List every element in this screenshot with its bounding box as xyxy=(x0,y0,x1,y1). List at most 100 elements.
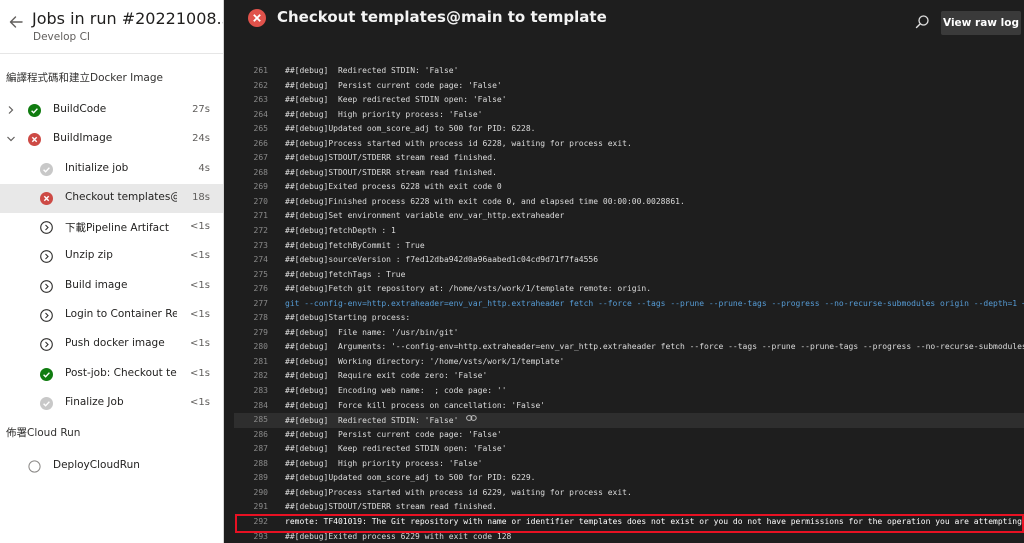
step-row-initialize-job[interactable]: Initialize job 4s xyxy=(0,155,223,184)
step-duration: <1s xyxy=(190,221,210,233)
skipped-icon xyxy=(40,221,53,235)
log-text: ##[debug]fetchDepth : 1 xyxy=(285,226,396,236)
log-text: ##[debug]STDOUT/STDERR stream read finis… xyxy=(285,502,497,512)
line-number: 283 xyxy=(253,386,268,396)
step-label: Post-job: Checkout te... xyxy=(65,366,177,379)
step-row-post-checkout[interactable]: Post-job: Checkout te... <1s xyxy=(0,360,223,389)
skipped-icon xyxy=(40,250,53,264)
step-duration: 18s xyxy=(192,191,210,203)
back-button[interactable] xyxy=(8,14,24,30)
line-number: 281 xyxy=(253,356,268,366)
step-label: Initialize job xyxy=(65,161,129,174)
line-number: 267 xyxy=(253,153,268,163)
log-text: ##[debug] Persist current code page: 'Fa… xyxy=(285,429,502,439)
step-label: Checkout templates@... xyxy=(65,190,177,203)
step-row-checkout-templates[interactable]: Checkout templates@... 18s xyxy=(0,183,223,214)
line-number: 280 xyxy=(253,342,268,352)
step-duration: <1s xyxy=(190,309,210,321)
log-text: ##[debug]Exited process 6228 with exit c… xyxy=(285,182,502,192)
step-duration: <1s xyxy=(190,396,210,408)
log-line: 262 ##[debug] Persist current code page: … xyxy=(234,79,1024,94)
line-number: 270 xyxy=(253,196,268,206)
log-line: 266 ##[debug]Process started with process… xyxy=(234,137,1024,152)
log-line: 289 ##[debug]Updated oom_score_adj to 500… xyxy=(234,471,1024,486)
step-label: Unzip zip xyxy=(65,249,113,262)
job-label: BuildImage xyxy=(53,132,113,145)
search-icon xyxy=(915,15,929,29)
stage-label-build: 編譯程式碼和建立Docker Image xyxy=(6,72,163,84)
log-text: ##[debug]Process started with process id… xyxy=(285,487,632,497)
log-text: git --config-env=http.extraheader=env_va… xyxy=(285,298,1024,308)
log-line: 277 git --config-env=http.extraheader=env… xyxy=(234,297,1024,312)
step-row-finalize-job[interactable]: Finalize Job <1s xyxy=(0,389,223,418)
copy-link-icon[interactable] xyxy=(466,413,478,428)
step-row-push-image[interactable]: Push docker image <1s xyxy=(0,330,223,359)
log-text: ##[debug]Updated oom_score_adj to 500 fo… xyxy=(285,124,536,134)
skipped-icon xyxy=(40,309,53,322)
line-number: 286 xyxy=(253,429,268,439)
job-row-deploycloudrun[interactable]: DeployCloudRun xyxy=(0,452,223,481)
failed-icon xyxy=(28,133,41,147)
line-number: 293 xyxy=(253,531,268,541)
log-output: 261 ##[debug] Redirected STDIN: 'False' 26… xyxy=(234,64,1024,543)
log-text: ##[debug]sourceVersion : f7ed12dba942d0a… xyxy=(285,255,599,265)
log-line: 282 ##[debug] Require exit code zero: 'Fa… xyxy=(234,369,1024,384)
log-line: 281 ##[debug] Working directory: '/home/v… xyxy=(234,355,1024,370)
log-text: ##[debug] File name: '/usr/bin/git' xyxy=(285,327,459,337)
log-text: ##[debug] Persist current code page: 'Fa… xyxy=(285,80,502,90)
step-row-unzip[interactable]: Unzip zip <1s xyxy=(0,242,223,271)
step-duration: <1s xyxy=(190,338,210,350)
log-text: ##[debug]Process started with process id… xyxy=(285,138,632,148)
log-text: remote: TF401019: The Git repository wit… xyxy=(285,516,1024,526)
job-label: BuildCode xyxy=(53,103,107,115)
log-text: ##[debug] Arguments: '--config-env=http.… xyxy=(285,342,1024,352)
step-title: Checkout templates@main to template xyxy=(277,8,607,26)
job-row-buildimage[interactable]: BuildImage 24s xyxy=(0,125,223,154)
pending-icon xyxy=(28,460,41,473)
log-line: 264 ##[debug] High priority process: 'Fal… xyxy=(234,108,1024,123)
search-button[interactable] xyxy=(914,14,930,30)
step-label: Login to Container Re... xyxy=(65,308,177,321)
log-text: ##[debug]fetchTags : True xyxy=(285,269,406,279)
log-line: 291 ##[debug]STDOUT/STDERR stream read fi… xyxy=(234,500,1024,515)
log-text: ##[debug]STDOUT/STDERR stream read finis… xyxy=(285,167,497,177)
chevron-down-icon[interactable] xyxy=(6,134,16,144)
log-line: 269 ##[debug]Exited process 6228 with exi… xyxy=(234,180,1024,195)
log-text: ##[debug] Require exit code zero: 'False… xyxy=(285,371,488,381)
step-label: Finalize Job xyxy=(65,395,124,408)
log-line: 268 ##[debug]STDOUT/STDERR stream read fi… xyxy=(234,166,1024,181)
log-line: 287 ##[debug] Keep redirected STDIN open:… xyxy=(234,442,1024,457)
failed-icon xyxy=(40,191,53,205)
log-text: ##[debug]Starting process: xyxy=(285,313,411,323)
line-number: 287 xyxy=(253,444,268,454)
step-row-login-registry[interactable]: Login to Container Re... <1s xyxy=(0,301,223,330)
view-raw-log-button[interactable]: View raw log xyxy=(941,11,1021,35)
log-line: 288 ##[debug] High priority process: 'Fal… xyxy=(234,457,1024,472)
step-label: 下載Pipeline Artifact xyxy=(65,222,169,235)
log-line: 286 ##[debug] Persist current code page: … xyxy=(234,428,1024,443)
job-row-buildcode[interactable]: BuildCode 27s xyxy=(0,96,223,125)
log-text: ##[debug] Encoding web name: ; code page… xyxy=(285,386,507,396)
log-text: ##[debug]Exited process 6229 with exit c… xyxy=(285,531,512,541)
line-number: 289 xyxy=(253,473,268,483)
pipeline-name: Develop CI xyxy=(33,31,90,43)
step-label: Build image xyxy=(65,278,128,291)
jobs-sidebar: Jobs in run #20221008.3 Develop CI 編譯程式碼… xyxy=(0,0,224,543)
line-number: 264 xyxy=(253,109,268,119)
stage-label-deploy: 佈署Cloud Run xyxy=(6,427,81,440)
log-text: ##[debug]Set environment variable env_va… xyxy=(285,211,565,221)
step-duration: <1s xyxy=(190,279,210,291)
log-text: ##[debug] Keep redirected STDIN open: 'F… xyxy=(285,444,507,454)
log-text: ##[debug] Working directory: '/home/vsts… xyxy=(285,356,565,366)
log-line: 267 ##[debug]STDOUT/STDERR stream read fi… xyxy=(234,151,1024,166)
success-icon xyxy=(28,104,41,117)
step-row-build-image[interactable]: Build image <1s xyxy=(0,272,223,301)
log-line: 274 ##[debug]sourceVersion : f7ed12dba942… xyxy=(234,253,1024,268)
log-text: ##[debug] Redirected STDIN: 'False' xyxy=(285,66,459,75)
chevron-right-icon[interactable] xyxy=(6,105,16,115)
log-text: ##[debug]Updated oom_score_adj to 500 fo… xyxy=(285,473,536,483)
line-number: 277 xyxy=(253,298,268,308)
step-row-download-artifact[interactable]: 下載Pipeline Artifact <1s xyxy=(0,213,223,242)
log-line: 276 ##[debug]Fetch git repository at: /ho… xyxy=(234,282,1024,297)
line-number: 274 xyxy=(253,255,268,265)
